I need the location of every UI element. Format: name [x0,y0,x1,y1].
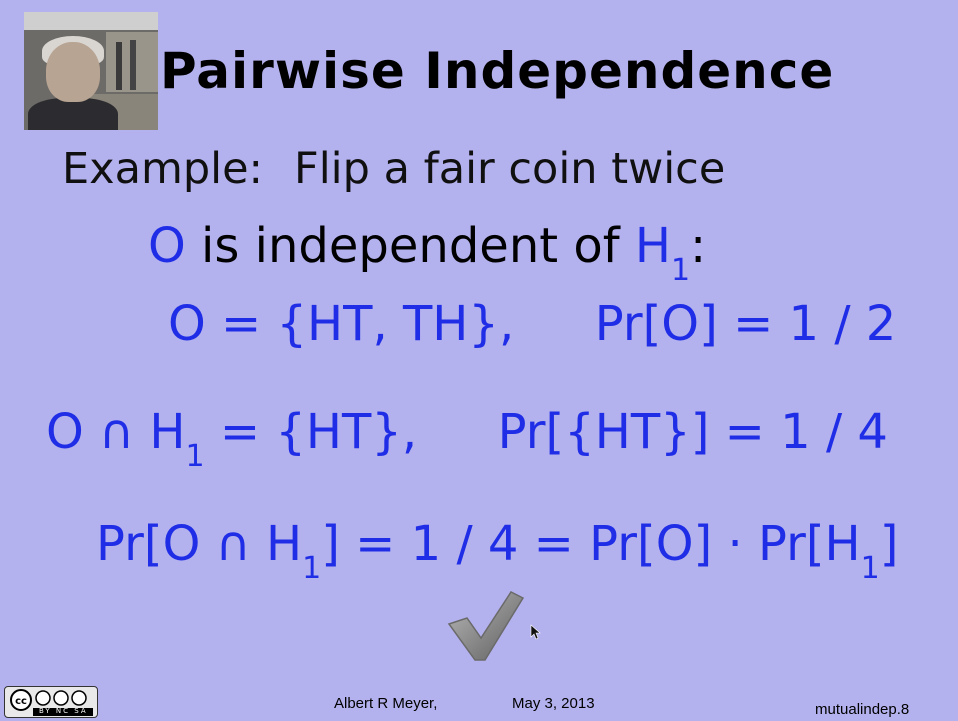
product-equation: Pr[O ∩ H1] = 1 / 4 = Pr[O] · Pr[H1] [96,516,899,586]
claim-text: is independent of [201,218,620,274]
intersection-equation: O ∩ H1 = {HT}, Pr[{HT}] = 1 / 4 [46,404,888,474]
intersection-probability: Pr[{HT}] = 1 / 4 [497,404,888,460]
checkmark-icon [447,591,525,661]
creative-commons-badge: cc BY NC SA [4,686,98,718]
example-label: Example: [62,144,264,194]
independence-claim: O is independent of H1: [148,218,707,288]
intersection-lhs: O ∩ H [46,404,186,460]
product-part2: ] = 1 / 4 = Pr[O] · Pr[H [321,516,861,572]
license-text: BY NC SA [39,707,88,715]
claim-event2: H [634,218,671,274]
intersection-subscript: 1 [185,439,205,474]
event-definition: O = {HT, TH}, Pr[O] = 1 / 2 [168,296,896,352]
product-subscript-2: 1 [860,551,880,586]
product-part1: Pr[O ∩ H [96,516,303,572]
webcam-video [24,12,158,130]
footer-slide-id: mutualindep.8 [815,701,910,718]
footer-author: Albert R Meyer, [334,695,438,712]
claim-colon: : [690,218,707,274]
svg-text:cc: cc [15,696,27,707]
slide-title: Pairwise Independence [160,42,835,100]
event-probability: Pr[O] = 1 / 2 [594,296,897,352]
intersection-set: = {HT}, [204,404,418,460]
product-part3: ] [879,516,899,572]
footer-date: May 3, 2013 [512,695,595,712]
claim-event: O [148,218,186,274]
example-text: Flip a fair coin twice [294,144,726,194]
event-set: O = {HT, TH}, [168,296,515,352]
claim-event2-subscript: 1 [670,253,691,288]
product-subscript-1: 1 [302,551,322,586]
mouse-cursor-icon [530,624,541,640]
